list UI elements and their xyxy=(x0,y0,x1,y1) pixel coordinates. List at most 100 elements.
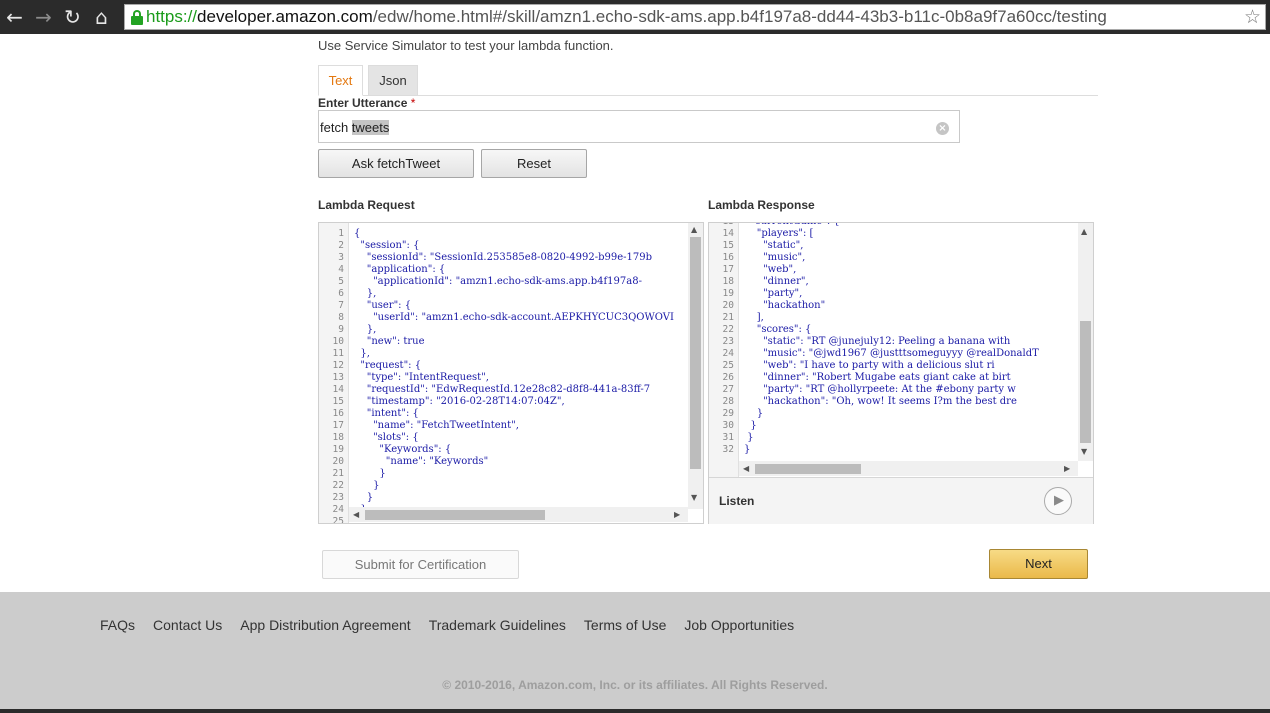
scroll-thumb[interactable] xyxy=(690,237,701,469)
scroll-thumb[interactable] xyxy=(755,464,861,474)
next-button[interactable]: Next xyxy=(989,549,1088,579)
scroll-thumb[interactable] xyxy=(1080,321,1091,443)
lambda-request-editor[interactable]: 1 {2 "session": {3 "sessionId": "SessionI… xyxy=(318,222,704,524)
scroll-right-icon[interactable]: ▶ xyxy=(674,510,680,519)
footer-link-contact-us[interactable]: Contact Us xyxy=(153,617,222,633)
code-line: } xyxy=(354,492,374,503)
lock-icon xyxy=(128,5,146,29)
input-mode-tabs: Text Json xyxy=(318,65,1098,96)
line-number: 5 xyxy=(338,276,344,287)
horizontal-scrollbar[interactable]: ◀ ▶ xyxy=(349,507,688,522)
code-line: ], xyxy=(744,312,764,323)
line-number: 23 xyxy=(722,336,734,347)
footer-links: FAQs Contact Us App Distribution Agreeme… xyxy=(100,617,812,633)
line-number: 25 xyxy=(332,516,344,524)
line-number: 7 xyxy=(338,300,344,311)
scroll-thumb[interactable] xyxy=(365,510,545,520)
tab-json[interactable]: Json xyxy=(368,65,418,96)
window-bottom-edge xyxy=(0,709,1270,713)
back-icon[interactable]: ← xyxy=(0,0,29,34)
scroll-left-icon[interactable]: ◀ xyxy=(353,510,359,519)
code-line: "name": "FetchTweetIntent", xyxy=(354,420,519,431)
utterance-value: fetch tweets xyxy=(320,120,390,135)
footer-link-job-opportunities[interactable]: Job Opportunities xyxy=(684,617,794,633)
code-line: "music": "@jwd1967 @justttsomeguyyy @rea… xyxy=(744,348,1039,359)
line-number: 1 xyxy=(338,228,344,239)
star-icon[interactable]: ☆ xyxy=(1244,6,1261,28)
scroll-down-icon[interactable]: ▼ xyxy=(691,493,697,502)
utterance-input[interactable]: fetch tweets × xyxy=(318,110,960,143)
line-number: 28 xyxy=(722,396,734,407)
horizontal-scrollbar[interactable]: ◀ ▶ xyxy=(739,461,1078,476)
scroll-up-icon[interactable]: ▲ xyxy=(1081,227,1087,236)
play-icon[interactable]: ▶ xyxy=(1044,487,1072,515)
lambda-request-label: Lambda Request xyxy=(318,198,415,212)
line-number: 31 xyxy=(722,432,734,443)
footer-link-app-distribution-agreement[interactable]: App Distribution Agreement xyxy=(240,617,410,633)
line-number: 10 xyxy=(332,336,344,347)
code-line: "dinner": "Robert Mugabe eats giant cake… xyxy=(744,372,1011,383)
code-line: "party": "RT @hollyrpeete: At the #ebony… xyxy=(744,384,1016,395)
footer-link-faqs[interactable]: FAQs xyxy=(100,617,135,633)
line-number: 15 xyxy=(332,396,344,407)
code-line: "slots": { xyxy=(354,432,419,443)
line-number: 29 xyxy=(722,408,734,419)
code-line: "new": true xyxy=(354,336,425,347)
code-line: "Keywords": { xyxy=(354,444,452,455)
tab-text[interactable]: Text xyxy=(318,65,363,96)
line-number: 27 xyxy=(722,384,734,395)
line-number: 8 xyxy=(338,312,344,323)
line-number: 15 xyxy=(722,240,734,251)
line-number: 26 xyxy=(722,372,734,383)
code-line: "party", xyxy=(744,288,803,299)
code-line: "sessionId": "SessionId.253585e8-0820-49… xyxy=(354,252,653,263)
submit-for-certification-button[interactable]: Submit for Certification xyxy=(322,550,519,579)
line-number: 16 xyxy=(332,408,344,419)
line-number: 2 xyxy=(338,240,344,251)
line-number: 13 xyxy=(332,372,344,383)
copyright: © 2010-2016, Amazon.com, Inc. or its aff… xyxy=(442,678,828,692)
line-number: 22 xyxy=(332,480,344,491)
code-line: "session": { xyxy=(354,240,420,251)
code-line: "static": "RT @junejuly12: Peeling a ban… xyxy=(744,336,1011,347)
line-number: 17 xyxy=(722,264,734,275)
scroll-up-icon[interactable]: ▲ xyxy=(691,225,697,234)
line-number: 23 xyxy=(332,492,344,503)
code-line: "type": "IntentRequest", xyxy=(354,372,489,383)
listen-bar: Listen ▶ xyxy=(709,477,1093,524)
line-number: 18 xyxy=(722,276,734,287)
scroll-left-icon[interactable]: ◀ xyxy=(743,464,749,473)
lambda-response-label: Lambda Response xyxy=(708,198,815,212)
code-line: } xyxy=(744,444,751,455)
code-line: "timestamp": "2016-02-28T14:07:04Z", xyxy=(354,396,565,407)
line-number: 11 xyxy=(332,348,344,359)
required-mark: * xyxy=(410,96,416,110)
scroll-right-icon[interactable]: ▶ xyxy=(1064,464,1070,473)
vertical-scrollbar[interactable]: ▲ ▼ xyxy=(1078,223,1093,461)
vertical-scrollbar[interactable]: ▲ ▼ xyxy=(688,223,703,509)
line-number: 32 xyxy=(722,444,734,455)
scroll-down-icon[interactable]: ▼ xyxy=(1081,447,1087,456)
code-line: "requestId": "EdwRequestId.12e28c82-d8f8… xyxy=(354,384,651,395)
reset-button[interactable]: Reset xyxy=(481,149,587,178)
ask-button[interactable]: Ask fetchTweet xyxy=(318,149,474,178)
footer-link-terms-of-use[interactable]: Terms of Use xyxy=(584,617,666,633)
code-line: "hackathon": "Oh, wow! It seems I?m the … xyxy=(744,396,1017,407)
line-number: 30 xyxy=(722,420,734,431)
address-bar[interactable]: https://developer.amazon.com/edw/home.ht… xyxy=(124,4,1266,30)
utterance-label-text: Enter Utterance xyxy=(318,96,408,110)
utterance-value-selected: tweets xyxy=(351,120,390,135)
forward-icon[interactable]: → xyxy=(29,0,58,34)
line-number: 19 xyxy=(722,288,734,299)
footer-link-trademark-guidelines[interactable]: Trademark Guidelines xyxy=(429,617,566,633)
code-line: "userId": "amzn1.echo-sdk-account.AEPKHY… xyxy=(354,312,674,323)
home-icon[interactable]: ⌂ xyxy=(87,0,116,34)
code-line: } xyxy=(744,432,754,443)
footer: FAQs Contact Us App Distribution Agreeme… xyxy=(0,592,1270,713)
line-number: 12 xyxy=(332,360,344,371)
line-number: 20 xyxy=(722,300,734,311)
code-line: } xyxy=(354,468,386,479)
reload-icon[interactable]: ↻ xyxy=(58,0,87,34)
clear-icon[interactable]: × xyxy=(936,122,949,135)
code-line: { xyxy=(354,228,361,239)
